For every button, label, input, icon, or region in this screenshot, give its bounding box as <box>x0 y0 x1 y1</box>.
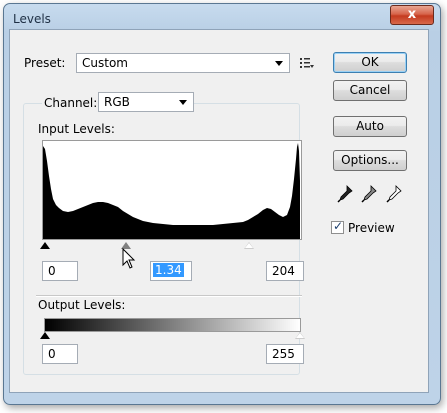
output-black-slider[interactable] <box>40 332 50 339</box>
input-white-slider[interactable] <box>244 242 254 249</box>
options-button[interactable]: Options... <box>333 150 407 171</box>
output-white-field[interactable]: 255 <box>266 344 304 364</box>
ok-button[interactable]: OK <box>333 52 407 73</box>
histogram <box>42 140 302 240</box>
input-levels-label: Input Levels: <box>38 122 115 136</box>
histogram-plot <box>43 143 300 239</box>
cancel-button[interactable]: Cancel <box>333 80 407 101</box>
preset-label: Preset: <box>24 56 66 70</box>
histogram-shape <box>43 143 300 239</box>
channel-dropdown[interactable]: RGB <box>98 92 194 112</box>
gray-eyedropper-icon[interactable] <box>361 185 377 203</box>
window-title: Levels <box>13 12 51 26</box>
input-black-slider[interactable] <box>40 242 50 249</box>
output-gradient-bar <box>44 318 301 332</box>
preset-dropdown[interactable]: Custom <box>76 53 290 73</box>
chevron-down-icon <box>275 61 283 66</box>
input-gamma-field[interactable]: 1.34 <box>150 261 192 281</box>
mouse-cursor-icon <box>122 248 136 269</box>
close-button[interactable]: x <box>390 5 434 25</box>
output-levels-label: Output Levels: <box>38 298 126 312</box>
checkmark-icon: ✓ <box>333 219 344 233</box>
input-black-field[interactable]: 0 <box>42 261 78 281</box>
close-icon: x <box>407 7 417 22</box>
preset-value: Custom <box>82 56 128 70</box>
channel-label: Channel: <box>42 96 100 110</box>
black-eyedropper-icon[interactable] <box>337 185 353 203</box>
output-black-field[interactable]: 0 <box>42 344 78 364</box>
separator <box>36 295 302 297</box>
input-gamma-value: 1.34 <box>153 263 184 277</box>
channel-value: RGB <box>104 95 130 109</box>
list-menu-icon[interactable] <box>300 57 314 69</box>
chevron-down-icon <box>179 100 187 105</box>
auto-button[interactable]: Auto <box>333 116 407 137</box>
output-white-slider[interactable] <box>295 332 305 339</box>
input-white-field[interactable]: 204 <box>266 261 304 281</box>
preview-checkbox[interactable]: ✓ <box>331 219 344 234</box>
preview-label[interactable]: Preview <box>348 221 395 235</box>
white-eyedropper-icon[interactable] <box>386 185 402 203</box>
